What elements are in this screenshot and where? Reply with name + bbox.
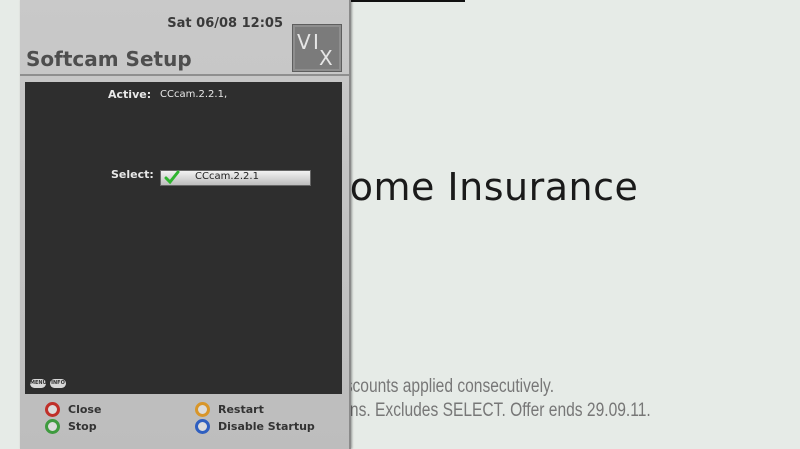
vix-logo: V I X: [292, 24, 342, 72]
softcam-list-area: Active: CCcam.2.2.1, Select: CCcam.2.2.1…: [25, 82, 342, 394]
softcam-setup-panel: Sat 06/08 12:05 Softcam Setup V I X Acti…: [20, 0, 351, 449]
info-icon[interactable]: INFO: [50, 379, 66, 388]
active-value: CCcam.2.2.1,: [160, 89, 228, 100]
menu-icon[interactable]: MENU: [30, 379, 47, 388]
softcam-select[interactable]: CCcam.2.2.1: [160, 170, 311, 186]
restart-button[interactable]: Restart: [195, 402, 264, 417]
disable-startup-button[interactable]: Disable Startup: [195, 419, 315, 434]
disable-startup-label: Disable Startup: [218, 420, 315, 433]
info-icons: MENU INFO: [30, 369, 70, 388]
datetime: Sat 06/08 12:05: [167, 16, 283, 31]
page-title: Softcam Setup: [26, 47, 192, 71]
restart-label: Restart: [218, 403, 264, 416]
color-key-bar: Close Stop Restart Disable Startup: [20, 400, 349, 440]
select-label: Select:: [111, 168, 154, 181]
check-icon: [164, 170, 180, 185]
divider: [20, 74, 349, 76]
red-key-icon: [45, 402, 60, 417]
close-button[interactable]: Close: [45, 402, 101, 417]
stop-button[interactable]: Stop: [45, 419, 97, 434]
svg-text:X: X: [319, 46, 333, 70]
svg-text:V: V: [297, 30, 311, 54]
close-label: Close: [68, 403, 102, 416]
active-label: Active:: [108, 88, 152, 101]
yellow-key-icon: [195, 402, 210, 417]
green-key-icon: [45, 419, 60, 434]
blue-key-icon: [195, 419, 210, 434]
select-value: CCcam.2.2.1: [195, 171, 259, 182]
stop-label: Stop: [68, 420, 97, 433]
